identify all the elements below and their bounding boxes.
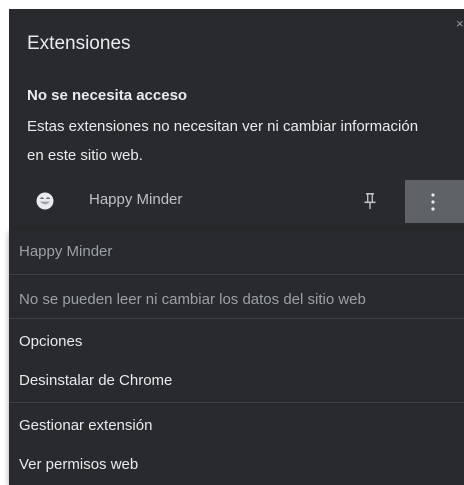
section-description: Estas extensiones no necesitan ver ni ca… [27, 118, 419, 164]
view-permissions-label: Ver permisos web [19, 456, 139, 473]
extension-context-menu: Happy Minder No se pueden leer ni cambia… [9, 230, 464, 485]
three-dot-menu-icon [431, 193, 435, 211]
extension-row[interactable]: Happy Minder [9, 180, 464, 223]
pin-icon[interactable] [361, 191, 379, 211]
popup-title: Extensiones [27, 33, 131, 54]
more-actions-button[interactable] [405, 180, 464, 223]
site-access-label: No se pueden leer ni cambiar los datos d… [19, 291, 366, 308]
menu-divider [9, 402, 464, 403]
menu-header: Happy Minder [9, 236, 464, 266]
menu-item-manage-extension[interactable]: Gestionar extensión [9, 410, 464, 440]
uninstall-label: Desinstalar de Chrome [19, 372, 173, 389]
menu-item-site-access: No se pueden leer ni cambiar los datos d… [9, 284, 464, 314]
close-icon[interactable]: × [456, 17, 464, 30]
extension-name: Happy Minder [89, 191, 183, 208]
screenshot: × Extensiones No se necesita acceso Esta… [0, 0, 464, 485]
options-label: Opciones [19, 333, 83, 350]
menu-divider [9, 318, 464, 319]
menu-divider [9, 274, 464, 275]
menu-item-uninstall[interactable]: Desinstalar de Chrome [9, 365, 464, 395]
menu-header-label: Happy Minder [19, 243, 113, 260]
menu-item-options[interactable]: Opciones [9, 326, 464, 356]
manage-extension-label: Gestionar extensión [19, 417, 153, 434]
menu-item-view-permissions[interactable]: Ver permisos web [9, 449, 464, 479]
smiley-face-icon [36, 192, 54, 210]
section-heading: No se necesita acceso [27, 87, 188, 104]
extensions-popup: × Extensiones No se necesita acceso Esta… [9, 9, 464, 233]
